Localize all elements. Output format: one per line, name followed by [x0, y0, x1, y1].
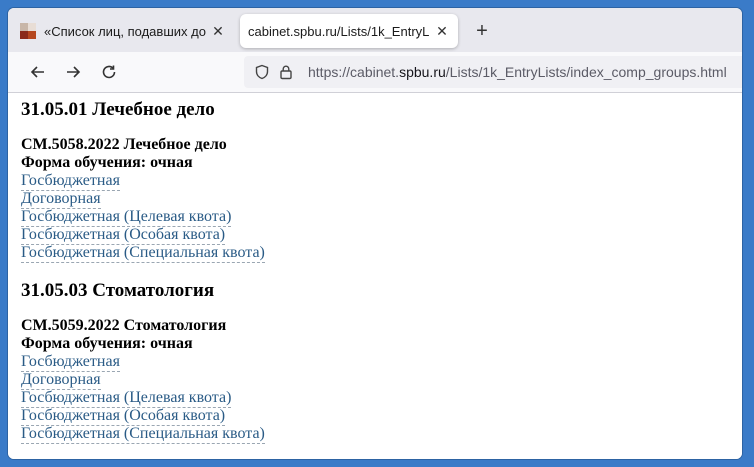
- browser-window: «Список лиц, подавших докум ✕ cabinet.sp…: [8, 8, 742, 459]
- plus-icon[interactable]: +: [470, 20, 494, 44]
- program-heading: 31.05.03 Стоматология: [21, 280, 215, 301]
- arrow-right-icon[interactable]: [61, 60, 85, 84]
- navigation-bar: https://cabinet.spbu.ru/Lists/1k_EntryLi…: [8, 52, 742, 93]
- tab-entry-list[interactable]: «Список лиц, подавших докум ✕: [12, 14, 234, 48]
- close-icon[interactable]: ✕: [210, 23, 226, 40]
- tab-comp-groups[interactable]: cabinet.spbu.ru/Lists/1k_EntryLists/i ✕: [240, 14, 458, 48]
- study-form-label: Форма обучения: очная: [21, 154, 193, 171]
- url-path: /Lists/1k_EntryLists/index_comp_groups.h…: [445, 64, 727, 80]
- program-heading: 31.05.01 Лечебное дело: [21, 99, 215, 120]
- reload-icon[interactable]: [97, 60, 121, 84]
- url-scheme: https://: [308, 64, 351, 80]
- tab-title: «Список лиц, подавших докум: [44, 23, 206, 39]
- lock-icon[interactable]: [276, 62, 296, 82]
- tab-strip: «Список лиц, подавших докум ✕ cabinet.sp…: [8, 8, 742, 52]
- tab-title: cabinet.spbu.ru/Lists/1k_EntryLists/i: [248, 23, 430, 39]
- study-form-label: Форма обучения: очная: [21, 335, 193, 352]
- competition-group-title: СМ.5059.2022 Стоматология: [21, 317, 227, 334]
- arrow-left-icon[interactable]: [26, 60, 50, 84]
- link-budget-target-quota[interactable]: Госбюджетная (Целевая квота): [21, 389, 232, 408]
- link-budget[interactable]: Госбюджетная: [21, 353, 120, 372]
- url-host: spbu.ru: [399, 64, 446, 80]
- close-icon[interactable]: ✕: [434, 23, 450, 40]
- link-budget[interactable]: Госбюджетная: [21, 172, 120, 191]
- link-budget-separate-quota[interactable]: Госбюджетная (Специальная квота): [21, 244, 265, 263]
- url-host-prefix: cabinet.: [350, 64, 400, 80]
- address-bar[interactable]: https://cabinet.spbu.ru/Lists/1k_EntryLi…: [244, 56, 742, 88]
- competition-group-title: СМ.5058.2022 Лечебное дело: [21, 136, 227, 153]
- shield-icon[interactable]: [252, 62, 272, 82]
- page-content: 31.05.01 Лечебное дело СМ.5058.2022 Лече…: [8, 93, 742, 459]
- link-contract[interactable]: Договорная: [21, 190, 101, 209]
- site-favicon-icon: [20, 23, 36, 39]
- link-contract[interactable]: Договорная: [21, 371, 101, 390]
- link-budget-target-quota[interactable]: Госбюджетная (Целевая квота): [21, 208, 232, 227]
- url-text[interactable]: https://cabinet.spbu.ru/Lists/1k_EntryLi…: [308, 64, 727, 80]
- link-budget-separate-quota[interactable]: Госбюджетная (Специальная квота): [21, 425, 265, 444]
- link-budget-special-quota[interactable]: Госбюджетная (Особая квота): [21, 226, 226, 245]
- link-budget-special-quota[interactable]: Госбюджетная (Особая квота): [21, 407, 226, 426]
